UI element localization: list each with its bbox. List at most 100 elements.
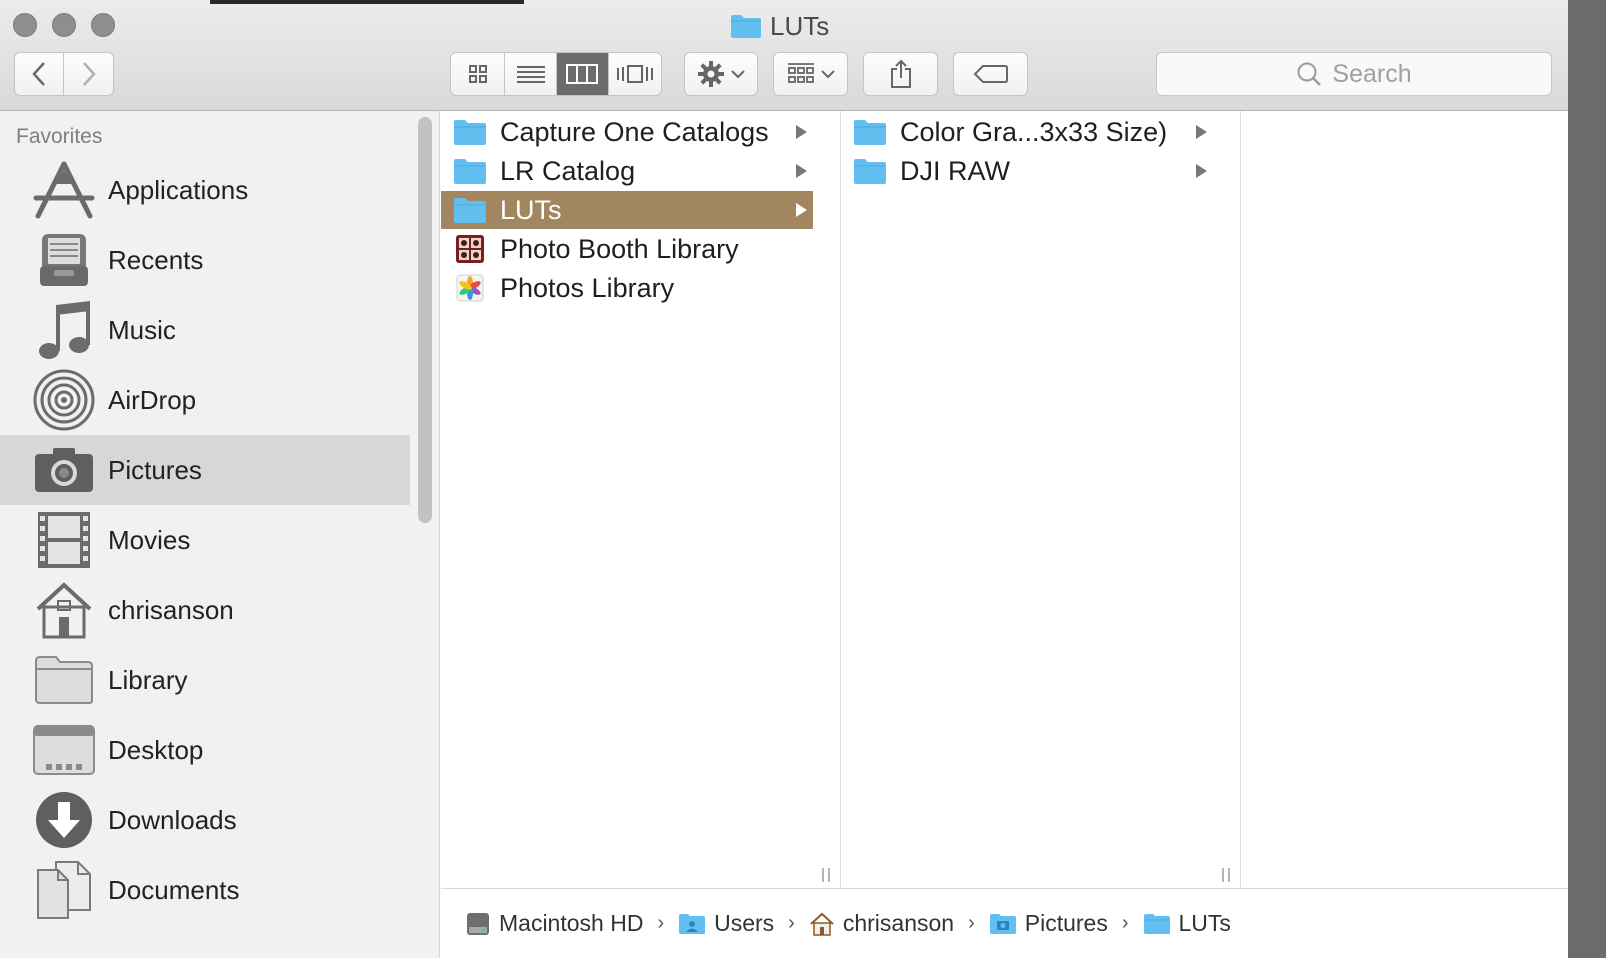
tag-icon: [973, 65, 1008, 83]
chevron-left-icon: [32, 62, 45, 86]
sidebar-item-music[interactable]: Music: [0, 295, 410, 365]
column-row[interactable]: Color Gra...3x33 Size): [841, 113, 1213, 151]
path-item-users[interactable]: Users: [678, 910, 774, 937]
path-item-label: chrisanson: [842, 910, 955, 936]
search-icon: [1297, 62, 1322, 86]
row-label: LR Catalog: [500, 155, 636, 186]
path-bar: Macintosh HD › Users › chrisanson › Pict…: [441, 888, 1568, 958]
users-folder-icon: [679, 913, 706, 934]
arrange-button[interactable]: [773, 52, 848, 96]
sidebar-header-favorites: Favorites: [16, 125, 103, 148]
search-placeholder: Search: [1332, 59, 1412, 88]
icon-view-icon: [468, 65, 487, 83]
column-1-resizer[interactable]: [813, 111, 841, 888]
browser-column-1: Capture One Catalogs LR Catalog LUTs Pho…: [441, 111, 814, 888]
folder-icon: [454, 159, 486, 184]
disclosure-arrow-icon: [796, 164, 807, 178]
window-title-text: LUTs: [770, 10, 830, 41]
toolbar: LUTs Search: [0, 0, 1568, 111]
path-separator-icon: ›: [1121, 912, 1129, 934]
sidebar-item-chrisanson[interactable]: chrisanson: [0, 575, 410, 645]
sidebar-item-label: Movies: [108, 524, 191, 555]
chevron-down-icon: [820, 70, 835, 79]
hard-drive-icon: [467, 912, 489, 935]
disclosure-arrow-icon: [1196, 125, 1207, 139]
column-row[interactable]: LR Catalog: [441, 152, 813, 190]
column-view-icon: [566, 64, 599, 84]
sidebar-item-label: Recents: [108, 244, 204, 275]
path-item-label: LUTs: [1178, 910, 1231, 936]
path-item-macintosh-hd[interactable]: Macintosh HD: [465, 910, 643, 937]
sidebar-item-applications[interactable]: Applications: [0, 155, 410, 225]
column-view-button[interactable]: [557, 53, 609, 95]
browser-column-3: [1241, 111, 1568, 888]
recents-icon: [40, 234, 88, 286]
path-separator-icon: ›: [968, 912, 975, 934]
row-label: Capture One Catalogs: [500, 116, 769, 147]
sidebar-item-pictures[interactable]: Pictures: [0, 435, 410, 505]
column-row-selected[interactable]: LUTs: [441, 191, 813, 229]
path-item-label: Users: [714, 910, 775, 936]
column-row[interactable]: Photos Library: [441, 269, 813, 307]
path-item-pictures[interactable]: Pictures: [989, 910, 1108, 937]
home-icon: [810, 912, 834, 936]
column-2-resizer[interactable]: [1213, 111, 1241, 888]
folder-icon: [35, 656, 93, 704]
sidebar-item-downloads[interactable]: Downloads: [0, 785, 410, 855]
chevron-right-icon: [82, 62, 96, 86]
gear-icon: [698, 61, 724, 87]
column-row[interactable]: DJI RAW: [841, 152, 1213, 190]
row-label: LUTs: [500, 194, 562, 225]
share-button[interactable]: [863, 52, 938, 96]
photos-icon: [456, 274, 484, 302]
window-edge-strip: [210, 0, 524, 4]
sidebar-item-library[interactable]: Library: [0, 645, 410, 715]
folder-icon: [1143, 913, 1170, 934]
sidebar-item-label: Music: [108, 314, 176, 345]
folder-icon: [731, 15, 761, 38]
sidebar-item-label: Desktop: [108, 734, 204, 765]
path-item-label: Macintosh HD: [499, 910, 644, 936]
cover-flow-view-button[interactable]: [609, 53, 661, 95]
column-resize-grip[interactable]: [822, 868, 830, 882]
column-row[interactable]: Photo Booth Library: [441, 230, 813, 268]
sidebar-item-airdrop[interactable]: AirDrop: [0, 365, 410, 435]
sidebar-item-documents[interactable]: Documents: [0, 855, 410, 925]
row-label: DJI RAW: [900, 155, 1010, 186]
sidebar-item-label: Library: [108, 664, 188, 695]
sidebar: Favorites Applications Recents Music Air…: [0, 111, 440, 958]
zoom-button[interactable]: [91, 13, 115, 37]
arrange-grid-icon: [787, 63, 814, 83]
photo-booth-icon: [456, 235, 484, 263]
sidebar-item-label: Pictures: [108, 454, 202, 485]
action-menu-button[interactable]: [684, 52, 758, 96]
home-icon: [36, 582, 92, 639]
list-view-icon: [516, 66, 545, 83]
row-label: Photo Booth Library: [500, 233, 739, 264]
sidebar-item-recents[interactable]: Recents: [0, 225, 410, 295]
path-item-luts[interactable]: LUTs: [1143, 910, 1231, 937]
back-button[interactable]: [15, 53, 65, 95]
sidebar-item-desktop[interactable]: Desktop: [0, 715, 410, 785]
sidebar-scrollbar[interactable]: [418, 117, 432, 523]
browser-column-2: Color Gra...3x33 Size) DJI RAW: [841, 111, 1214, 888]
sidebar-item-movies[interactable]: Movies: [0, 505, 410, 575]
list-view-button[interactable]: [505, 53, 557, 95]
documents-icon: [37, 861, 91, 919]
close-button[interactable]: [13, 13, 37, 37]
path-separator-icon: ›: [788, 912, 795, 934]
path-item-chrisanson[interactable]: chrisanson: [809, 910, 954, 937]
path-separator-icon: ›: [657, 912, 665, 934]
tags-button[interactable]: [953, 52, 1028, 96]
column-resize-grip[interactable]: [1222, 868, 1230, 882]
minimize-button[interactable]: [52, 13, 76, 37]
forward-button[interactable]: [64, 53, 113, 95]
icon-view-button[interactable]: [451, 53, 506, 95]
chevron-down-icon: [731, 70, 745, 79]
desktop-icon: [33, 725, 95, 775]
disclosure-arrow-icon: [796, 203, 807, 217]
folder-icon: [854, 159, 886, 184]
column-row[interactable]: Capture One Catalogs: [441, 113, 813, 151]
search-field[interactable]: Search: [1156, 52, 1552, 96]
sidebar-item-label: Documents: [108, 874, 240, 905]
